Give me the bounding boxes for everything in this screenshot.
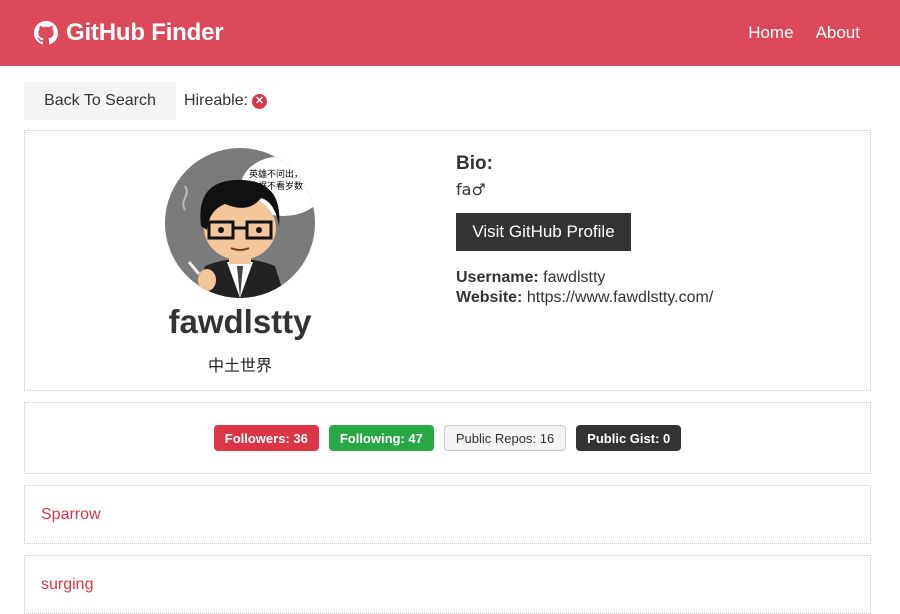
- repo-link[interactable]: surging: [41, 576, 93, 594]
- website-value: https://www.fawdlstty.com/: [526, 289, 714, 306]
- action-row: Back To Search Hireable: ✕: [24, 82, 268, 120]
- repo-item: surging: [24, 555, 871, 614]
- bio-text: fa♂: [456, 180, 486, 199]
- navbar: GitHub Finder Home About: [0, 0, 900, 66]
- profile-details: Bio: fa♂ Visit GitHub Profile Username: …: [456, 153, 713, 307]
- brand-title: GitHub Finder: [66, 19, 224, 46]
- following-badge: Following: 47: [328, 425, 434, 451]
- profile-name: fawdlstty: [168, 303, 312, 340]
- hireable-indicator: Hireable: ✕: [184, 92, 268, 110]
- followers-badge: Followers: 36: [213, 425, 319, 451]
- bio-label: Bio:: [456, 153, 493, 174]
- nav-home-link[interactable]: Home: [748, 23, 793, 43]
- avatar-speech-line1: 英雄不问出，: [249, 168, 303, 180]
- username-label: Username:: [456, 269, 539, 286]
- nav-about-link[interactable]: About: [816, 23, 860, 43]
- username-row: Username: fawdlstty: [456, 269, 713, 287]
- username-value: fawdlstty: [543, 269, 606, 286]
- profile-location: 中土世界: [207, 356, 272, 375]
- avatar: 英雄不问出， 流氓不看岁数: [165, 148, 315, 298]
- stats-card: Followers: 36 Following: 47 Public Repos…: [24, 402, 871, 474]
- nav-links: Home About: [748, 23, 860, 43]
- times-circle-icon: ✕: [252, 93, 268, 109]
- repo-item: Sparrow: [24, 485, 871, 544]
- repo-link[interactable]: Sparrow: [41, 506, 101, 524]
- github-icon: [34, 21, 58, 45]
- website-row: Website: https://www.fawdlstty.com/: [456, 289, 713, 307]
- public-repos-badge: Public Repos: 16: [443, 425, 567, 451]
- website-label: Website:: [456, 289, 523, 306]
- profile-card: 英雄不问出， 流氓不看岁数 fawdlstty 中土世界 Bio: fa♂ Vi…: [24, 130, 871, 391]
- back-to-search-button[interactable]: Back To Search: [24, 82, 176, 120]
- public-gist-badge: Public Gist: 0: [576, 425, 682, 451]
- hireable-label: Hireable:: [184, 92, 249, 109]
- visit-github-profile-button[interactable]: Visit GitHub Profile: [456, 213, 631, 251]
- brand[interactable]: GitHub Finder: [34, 19, 224, 47]
